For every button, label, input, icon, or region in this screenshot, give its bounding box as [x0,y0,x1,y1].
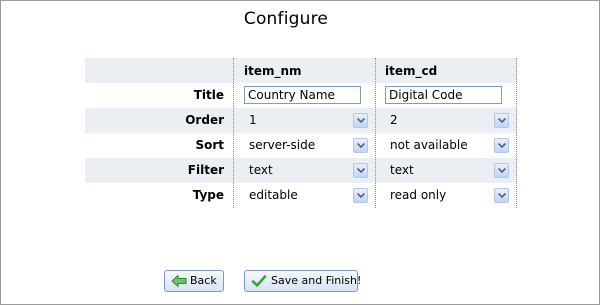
column-divider [233,58,234,208]
column-header-item-cd: item_cd [385,64,438,78]
title-input-item-cd[interactable] [385,86,502,104]
sort-select-item-cd[interactable]: not available [386,136,509,155]
checkmark-icon [251,274,267,295]
filter-select-item-nm[interactable]: text [245,161,368,180]
row-label-sort: Sort [195,138,224,152]
chevron-down-icon[interactable] [353,163,368,178]
column-divider [516,58,517,208]
back-button[interactable]: Back [164,270,224,292]
chevron-down-icon[interactable] [353,138,368,153]
select-value: editable [249,188,298,202]
chevron-down-icon[interactable] [494,188,509,203]
select-value: 1 [249,113,257,127]
chevron-down-icon[interactable] [353,113,368,128]
left-arrow-icon [171,274,187,295]
save-and-finish-button[interactable]: Save and Finish! [244,270,362,295]
title-input-item-nm[interactable] [244,86,361,104]
row-label-title: Title [193,88,224,102]
column-divider [375,58,376,208]
page-title: Configure [243,9,329,29]
back-button-label: Back [190,274,217,287]
filter-select-item-cd[interactable]: text [386,161,509,180]
type-row: Type editable read only [85,183,517,208]
filter-row: Filter text text [85,158,517,183]
column-header-item-nm: item_nm [244,64,302,78]
row-label-order: Order [185,113,224,127]
row-label-type: Type [192,188,224,202]
type-select-item-nm[interactable]: editable [245,186,368,205]
select-value: server-side [249,138,316,152]
header-row: item_nm item_cd [85,58,517,83]
select-value: text [390,163,414,177]
chevron-down-icon[interactable] [494,163,509,178]
order-row: Order 1 2 [85,108,517,133]
title-row: Title [85,83,517,108]
select-value: read only [390,188,447,202]
save-and-finish-label: Save and Finish! [271,274,362,287]
sort-row: Sort server-side not available [85,133,517,158]
order-select-item-cd[interactable]: 2 [386,111,509,130]
row-label-filter: Filter [187,163,224,177]
wizard-window: Configure item_nm item_cd Title Order 1 … [0,0,600,305]
type-select-item-cd[interactable]: read only [386,186,509,205]
select-value: not available [390,138,468,152]
select-value: 2 [390,113,398,127]
chevron-down-icon[interactable] [353,188,368,203]
select-value: text [249,163,273,177]
order-select-item-nm[interactable]: 1 [245,111,368,130]
chevron-down-icon[interactable] [494,138,509,153]
config-grid: item_nm item_cd Title Order 1 2 Sort ser… [85,58,517,208]
sort-select-item-nm[interactable]: server-side [245,136,368,155]
chevron-down-icon[interactable] [494,113,509,128]
